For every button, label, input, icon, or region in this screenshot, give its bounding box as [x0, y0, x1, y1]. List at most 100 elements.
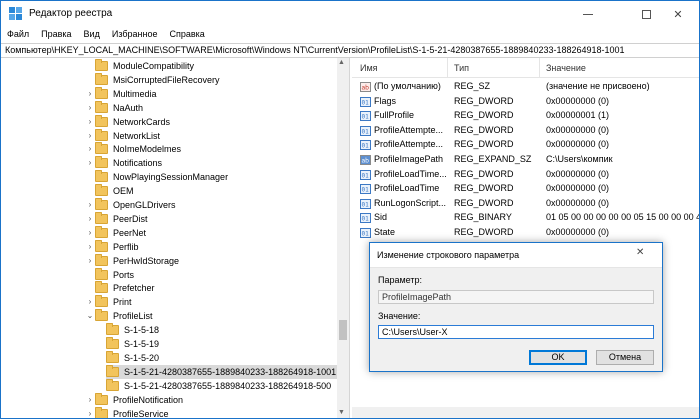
address-bar[interactable]: Компьютер\HKEY_LOCAL_MACHINE\SOFTWARE\Mi… [1, 43, 699, 58]
tree-item-label: NaAuth [113, 102, 144, 113]
tree-item[interactable]: Multimedia [95, 86, 157, 101]
svg-text:01: 01 [362, 187, 370, 194]
expand-chevron-icon[interactable]: › [86, 242, 94, 251]
value-data: 0x00000000 (0) [546, 183, 610, 194]
tree-item[interactable]: S-1-5-20 [106, 350, 159, 365]
menu-view[interactable]: Вид [78, 27, 106, 43]
tree-item[interactable]: Ports [95, 267, 135, 282]
folder-icon [95, 406, 108, 418]
tree-item[interactable]: OEM [95, 184, 134, 198]
value-row[interactable]: 01 Sid REG_BINARY 01 05 00 00 00 00 00 05 1… [352, 211, 699, 225]
tree-item-label: S-1-5-19 [124, 339, 160, 349]
tree-item[interactable]: Prefetcher [95, 281, 155, 295]
folder-icon [95, 184, 108, 197]
tree-item[interactable]: NaAuth [95, 100, 144, 115]
collapse-chevron-icon[interactable]: ⌄ [86, 311, 94, 320]
value-data: (значение не присвоено) [546, 81, 650, 91]
tree-item[interactable]: Print [95, 295, 132, 309]
expand-chevron-icon[interactable]: › [86, 89, 94, 98]
tree-item[interactable]: ProfileService [95, 406, 169, 418]
maximize-icon [641, 9, 651, 19]
menu-file[interactable]: Файл [1, 27, 35, 43]
expand-chevron-icon[interactable]: › [86, 158, 94, 167]
tree-item[interactable]: Perflib [95, 239, 139, 254]
tree-item-label: Ports [113, 269, 135, 280]
tree-item[interactable]: ProfileNotification [95, 392, 183, 407]
tree-item[interactable]: Notifications [95, 156, 162, 170]
folder-icon [95, 295, 108, 308]
expand-chevron-icon[interactable]: › [86, 144, 94, 153]
ok-button[interactable]: OK [529, 350, 587, 365]
expand-chevron-icon[interactable]: › [86, 256, 94, 265]
reg-binary-icon: 01 [360, 169, 371, 180]
tree-item[interactable]: S-1-5-21-4280387655-1889840233-188264918… [106, 364, 340, 379]
column-header-type[interactable]: Тип [454, 63, 469, 73]
expand-chevron-icon[interactable]: › [86, 200, 94, 209]
expand-chevron-icon[interactable]: › [86, 409, 94, 418]
reg-binary-icon: 01 [360, 111, 371, 122]
value-row[interactable]: 01 Flags REG_DWORD 0x00000000 (0) [352, 95, 699, 109]
value-row[interactable]: 01 ProfileAttempte... REG_DWORD 0x00000000 … [352, 124, 699, 138]
value-row[interactable]: 01 FullProfile REG_DWORD 0x00000001 (1) [352, 109, 699, 123]
folder-icon [95, 198, 108, 210]
reg-string-selected-icon: ab [360, 155, 371, 165]
dialog-close-icon[interactable]: ✕ [636, 247, 644, 258]
value-type: REG_DWORD [454, 197, 514, 208]
scroll-up-icon[interactable]: ▲ [338, 59, 345, 66]
expand-chevron-icon[interactable]: › [86, 395, 94, 404]
menu-edit[interactable]: Правка [35, 27, 77, 43]
value-row[interactable]: 01 ProfileAttempte... REG_DWORD 0x00000000 … [352, 138, 699, 152]
tree-item[interactable]: OpenGLDrivers [95, 198, 176, 212]
cancel-button[interactable]: Отмена [596, 350, 654, 365]
value-row[interactable]: ab (По умолчанию) REG_SZ (значение не присв… [352, 80, 699, 94]
tree-item[interactable]: S-1-5-19 [106, 337, 159, 351]
value-input[interactable] [378, 325, 654, 339]
expand-chevron-icon[interactable]: › [86, 117, 94, 126]
menu-favorites[interactable]: Избранное [106, 27, 164, 43]
folder-icon [95, 156, 108, 169]
reg-binary-icon: 01 [360, 198, 371, 209]
close-button[interactable]: ✕ [657, 1, 699, 27]
tree-item-label: PeerNet [113, 227, 147, 238]
folder-icon [106, 378, 119, 391]
tree-item[interactable]: S-1-5-21-4280387655-1889840233-188264918… [106, 378, 331, 393]
tree-item[interactable]: NoImeModelmes [95, 142, 181, 156]
column-header-name[interactable]: Имя [360, 63, 378, 73]
expand-chevron-icon[interactable]: › [86, 297, 94, 306]
menu-help[interactable]: Справка [163, 27, 210, 43]
tree-item[interactable]: MsiCorruptedFileRecovery [95, 72, 220, 87]
tree-item[interactable]: NowPlayingSessionManager [95, 170, 228, 184]
folder-icon [95, 128, 108, 141]
scroll-down-icon[interactable]: ▼ [338, 409, 345, 416]
expand-chevron-icon[interactable]: › [86, 131, 94, 140]
tree-item[interactable]: PeerDist [95, 211, 148, 226]
value-data: C:\Users\компик [546, 154, 613, 164]
svg-text:ab: ab [362, 85, 370, 92]
value-row[interactable]: 01 RunLogonScript... REG_DWORD 0x00000000 (… [352, 197, 699, 211]
tree-item[interactable]: PerHwIdStorage [95, 253, 179, 268]
tree-item[interactable]: NetworkCards [95, 114, 170, 129]
scrollbar-thumb[interactable] [339, 320, 347, 340]
tree-item[interactable]: PeerNet [95, 225, 147, 240]
column-header-value[interactable]: Значение [546, 63, 586, 73]
expand-chevron-icon[interactable]: › [86, 228, 94, 237]
folder-icon [95, 309, 108, 322]
value-row[interactable]: 01 ProfileLoadTime... REG_DWORD 0x00000000 … [352, 168, 699, 182]
expand-chevron-icon[interactable]: › [86, 103, 94, 112]
expand-chevron-icon[interactable]: › [86, 214, 94, 223]
tree-item[interactable]: S-1-5-18 [106, 323, 159, 337]
reg-binary-icon: 01 [360, 140, 371, 151]
value-row[interactable]: 01 State REG_DWORD 0x00000000 (0) [352, 226, 699, 240]
list-horizontal-scrollbar[interactable] [352, 407, 699, 418]
tree-vertical-scrollbar[interactable]: ▲ ▼ [337, 58, 349, 418]
value-row[interactable]: ab ProfileImagePath REG_EXPAND_SZ C:\Users\… [352, 153, 699, 167]
column-divider[interactable] [539, 58, 540, 77]
tree-item[interactable]: ModuleCompatibility [95, 59, 194, 73]
tree-item[interactable]: NetworkList [95, 128, 160, 143]
value-row[interactable]: 01 ProfileLoadTime REG_DWORD 0x00000000 (0) [352, 182, 699, 196]
tree-item[interactable]: ProfileList [95, 309, 153, 323]
column-divider[interactable] [447, 58, 448, 77]
value-type: REG_DWORD [454, 183, 514, 194]
minimize-button[interactable] [567, 1, 609, 27]
title-bar[interactable]: Редактор реестра ✕ [1, 1, 699, 27]
